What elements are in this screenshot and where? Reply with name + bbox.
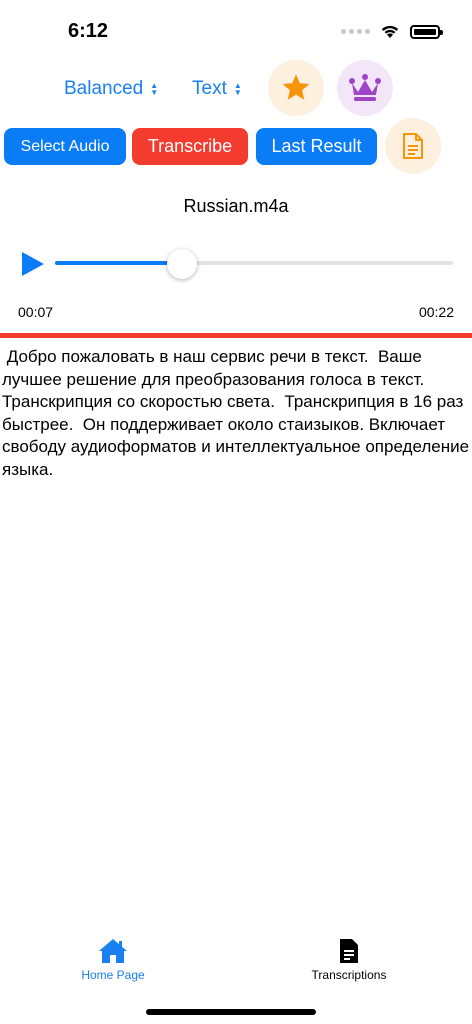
star-icon: [282, 74, 310, 100]
audio-file-name: Russian.m4a: [183, 196, 289, 216]
progress-thumb[interactable]: [167, 249, 198, 279]
chevron-up-down-icon: ▲ ▼: [233, 81, 242, 97]
tab-home[interactable]: Home Page: [53, 938, 173, 982]
premium-button[interactable]: [337, 60, 393, 116]
wifi-icon: [381, 25, 399, 38]
tab-transcriptions[interactable]: Transcriptions: [289, 938, 409, 982]
last-result-button[interactable]: Last Result: [256, 128, 377, 165]
quality-picker[interactable]: Balanced ▲ ▼: [64, 78, 158, 100]
export-button[interactable]: [385, 118, 441, 174]
tab-home-label: Home Page: [81, 968, 145, 982]
signal-icon: [341, 29, 370, 34]
progress-fill: [55, 261, 183, 265]
status-icons: [341, 24, 443, 39]
status-time: 6:12: [68, 20, 109, 42]
format-picker[interactable]: Text ▲ ▼: [192, 78, 242, 100]
home-icon: [99, 939, 127, 963]
home-indicator: [146, 1009, 316, 1015]
play-icon[interactable]: [20, 251, 46, 277]
favorite-button[interactable]: [268, 60, 324, 116]
battery-icon: [410, 24, 443, 39]
document-icon: [403, 133, 423, 159]
chevron-up-down-icon: ▲ ▼: [150, 81, 159, 97]
transcribe-button[interactable]: Transcribe: [132, 128, 248, 165]
document-icon: [340, 939, 358, 963]
crown-icon: [349, 74, 381, 101]
format-picker-label: Text: [192, 78, 227, 99]
divider: [0, 333, 472, 338]
select-audio-button[interactable]: Select Audio: [4, 128, 126, 165]
transcript-text: Добро пожаловать в наш сервис речи в тек…: [2, 347, 470, 479]
total-time: 00:22: [418, 304, 454, 320]
quality-picker-label: Balanced: [64, 78, 144, 99]
tab-transcriptions-label: Transcriptions: [311, 968, 387, 982]
current-time: 00:07: [18, 304, 54, 320]
